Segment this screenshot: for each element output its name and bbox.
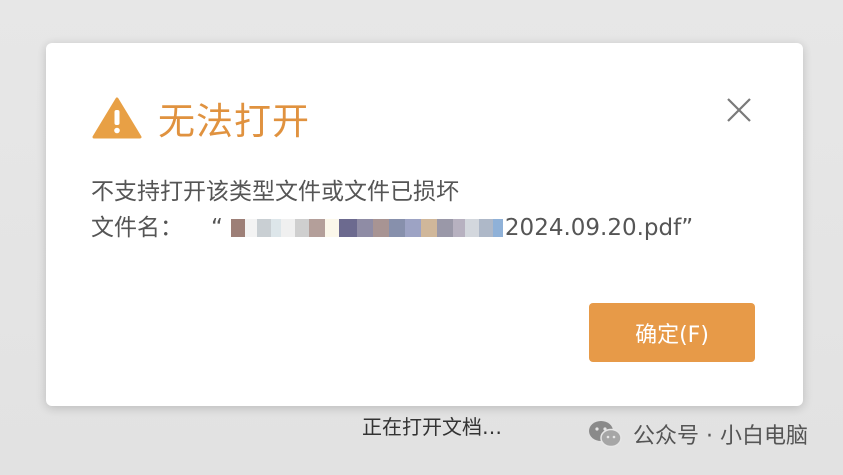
watermark-text: 公众号 · 小白电脑: [633, 424, 808, 449]
redacted-filename: [230, 219, 503, 237]
dialog-title-row: 无法打开: [92, 91, 310, 145]
filename-visible-tail: 2024.09.20.pdf”: [504, 215, 694, 241]
confirm-button[interactable]: 确定(F): [589, 303, 755, 362]
error-message: 不支持打开该类型文件或文件已损坏: [91, 179, 459, 205]
watermark: 公众号 · 小白电脑: [587, 418, 808, 450]
opening-status: 正在打开文档…: [362, 415, 502, 439]
filename-row: 文件名： “ 2024.09.20.pdf”: [91, 212, 693, 244]
warning-icon: [92, 97, 142, 139]
filename-label: 文件名：: [91, 215, 183, 241]
wechat-icon: [589, 421, 622, 448]
error-dialog: 无法打开 不支持打开该类型文件或文件已损坏 文件名： “ 2024.09.20.…: [46, 43, 803, 406]
close-icon[interactable]: [724, 95, 754, 125]
filename-quote-open: “: [211, 215, 223, 241]
dialog-title: 无法打开: [158, 100, 310, 143]
